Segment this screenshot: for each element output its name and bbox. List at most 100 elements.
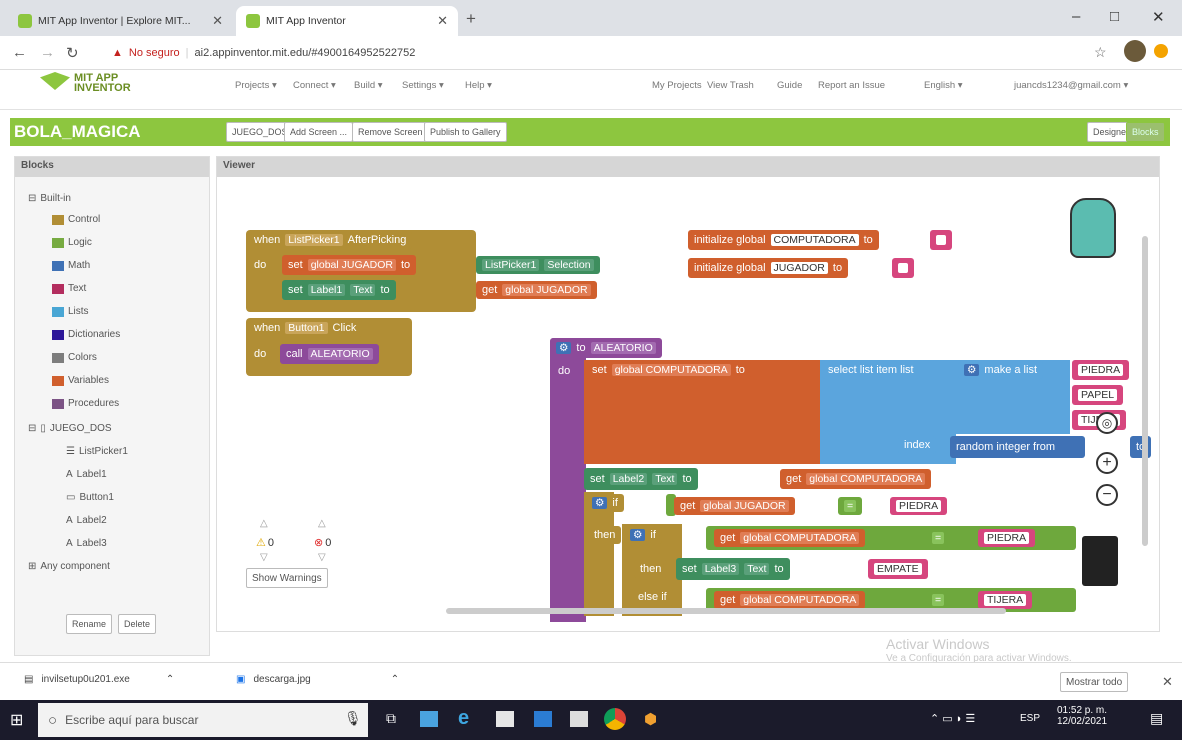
drawer-dictionaries[interactable]: Dictionaries [52, 329, 120, 340]
menu-settings[interactable]: Settings ▾ [402, 80, 444, 91]
chevron-up-icon[interactable]: ⌃ [166, 674, 174, 685]
file-explorer-icon[interactable] [420, 711, 438, 727]
listpicker-selection-getter[interactable]: ListPicker1 Selection [476, 256, 600, 274]
gear-icon[interactable]: ⚙ [964, 364, 980, 376]
remove-screen-button[interactable]: Remove Screen [352, 122, 429, 142]
drawer-procedures[interactable]: Procedures [52, 398, 119, 409]
procedure-dropdown[interactable]: ALEATORIO [307, 348, 373, 360]
string-value[interactable]: PIEDRA [1078, 364, 1124, 376]
reload-icon[interactable]: ↻ [66, 44, 79, 62]
equals-operator[interactable]: = [926, 529, 951, 547]
get-global-jugador-block[interactable]: get global JUGADOR [674, 497, 795, 515]
avatar[interactable] [1124, 40, 1146, 62]
horizontal-scrollbar[interactable] [446, 608, 1006, 614]
string-value[interactable]: TIJERA [984, 594, 1027, 606]
var-dropdown[interactable]: global JUGADOR [700, 500, 789, 512]
property-dropdown[interactable]: Text [350, 284, 376, 296]
init-jugador-block[interactable]: initialize global JUGADOR to [688, 258, 849, 278]
trash-icon[interactable] [1082, 536, 1118, 586]
builtin-node[interactable]: ⊟ Built-in [28, 193, 71, 204]
var-dropdown[interactable]: global COMPUTADORA [806, 473, 926, 485]
screen-node[interactable]: ⊟ ▯ JUEGO_DOS [28, 423, 112, 434]
random-integer-block[interactable]: random integer from [950, 436, 1086, 458]
recenter-icon[interactable]: ◎ [1096, 412, 1118, 434]
component-dropdown[interactable]: Label3 [701, 563, 740, 575]
guide-link[interactable]: Guide [777, 80, 802, 91]
forward-icon[interactable]: → [40, 44, 55, 61]
property-dropdown[interactable]: Text [744, 563, 770, 575]
component-dropdown[interactable]: ListPicker1 [285, 234, 343, 246]
drawer-lists[interactable]: Lists [52, 306, 89, 317]
delete-button[interactable]: Delete [118, 614, 157, 634]
component-dropdown[interactable]: Label2 [609, 473, 648, 485]
warning-nav-down-icon[interactable]: ▽ [260, 552, 268, 563]
download-item-jpg[interactable]: ▣ descarga.jpg ⌃ [236, 674, 399, 685]
property-dropdown[interactable]: Text [652, 473, 678, 485]
menu-connect[interactable]: Connect ▾ [293, 80, 336, 91]
mail-icon[interactable] [570, 711, 588, 727]
close-window-button[interactable]: ✕ [1152, 8, 1165, 26]
set-label3-text-block[interactable]: set Label3 Text to [676, 558, 790, 580]
text-papel-block[interactable]: PAPEL [1072, 385, 1124, 405]
drawer-control[interactable]: Control [52, 214, 100, 225]
text-tijera-block[interactable]: TIJERA [978, 591, 1033, 609]
operator-dropdown[interactable]: = [932, 594, 945, 606]
tab-explore[interactable]: MIT App Inventor | Explore MIT... ✕ [8, 6, 233, 36]
gear-icon[interactable]: ⚙ [592, 497, 608, 509]
var-dropdown[interactable]: global JUGADOR [502, 284, 591, 296]
notifications-icon[interactable]: ▤ [1150, 710, 1163, 727]
string-value[interactable]: PIEDRA [984, 532, 1030, 544]
text-piedra-block[interactable]: PIEDRA [890, 497, 948, 515]
clock[interactable]: 01:52 p. m. 12/02/2021 [1050, 705, 1114, 727]
menu-build[interactable]: Build ▾ [354, 80, 383, 91]
operator-dropdown[interactable]: = [844, 500, 857, 512]
tab-app-inventor[interactable]: MIT App Inventor ✕ [236, 6, 458, 36]
get-global-jugador-block[interactable]: get global JUGADOR [476, 281, 597, 299]
edge-icon[interactable]: e [458, 707, 469, 730]
update-icon[interactable] [1154, 44, 1168, 58]
app-logo[interactable]: MIT APP INVENTOR [74, 73, 154, 94]
show-all-button[interactable]: Mostrar todo [1060, 672, 1129, 692]
component-listpicker1[interactable]: ☰ ListPicker1 [66, 446, 128, 457]
language-menu[interactable]: English ▾ [924, 80, 963, 91]
zoom-in-icon[interactable]: + [1096, 452, 1118, 474]
empty-text-block[interactable] [892, 258, 914, 278]
outlook-icon[interactable] [534, 711, 552, 727]
procedure-name-field[interactable]: ALEATORIO [590, 342, 656, 354]
error-nav-down-icon[interactable]: ▽ [318, 552, 326, 563]
windows-start-icon[interactable]: ⊞ [10, 710, 23, 730]
component-label2[interactable]: A Label2 [66, 515, 107, 526]
task-view-icon[interactable]: ⧉ [386, 710, 396, 727]
gear-icon[interactable]: ⚙ [556, 342, 572, 354]
operator-dropdown[interactable]: = [932, 532, 945, 544]
string-value[interactable]: PAPEL [1078, 389, 1118, 401]
taskbar-search[interactable]: ○ Escribe aquí para buscar [38, 703, 368, 737]
close-tab-icon[interactable]: ✕ [437, 13, 448, 29]
close-tab-icon[interactable]: ✕ [212, 13, 223, 29]
get-global-computadora-block[interactable]: get global COMPUTADORA [714, 591, 866, 609]
component-button1[interactable]: ▭ Button1 [66, 492, 114, 503]
any-component-node[interactable]: ⊞ Any component [28, 561, 110, 572]
back-icon[interactable]: ← [12, 44, 27, 61]
text-empate-block[interactable]: EMPATE [868, 559, 928, 579]
property-dropdown[interactable]: Selection [544, 259, 594, 271]
drawer-math[interactable]: Math [52, 260, 90, 271]
minimize-button[interactable]: – [1072, 8, 1080, 25]
string-value[interactable]: PIEDRA [896, 500, 942, 512]
text-piedra-block[interactable]: PIEDRA [1072, 360, 1130, 380]
set-global-jugador-block[interactable]: set global JUGADOR to [282, 255, 417, 275]
drawer-variables[interactable]: Variables [52, 375, 109, 386]
rename-button[interactable]: Rename [66, 614, 113, 634]
component-dropdown[interactable]: ListPicker1 [482, 259, 540, 271]
url-bar[interactable]: ▲ No seguro | ai2.appinventor.mit.edu/#4… [112, 42, 1072, 64]
backpack-icon[interactable] [1070, 198, 1116, 258]
drawer-logic[interactable]: Logic [52, 237, 92, 248]
var-dropdown[interactable]: global COMPUTADORA [740, 594, 860, 606]
maximize-button[interactable]: □ [1110, 8, 1119, 25]
app-icon[interactable]: ⬢ [644, 710, 657, 728]
new-tab-button[interactable]: + [466, 9, 476, 29]
close-downloads-icon[interactable]: ✕ [1162, 674, 1173, 690]
procedure-aleatorio-block[interactable] [550, 338, 586, 622]
account-menu[interactable]: juancds1234@gmail.com ▾ [1014, 80, 1128, 91]
view-trash-link[interactable]: View Trash [707, 80, 754, 91]
